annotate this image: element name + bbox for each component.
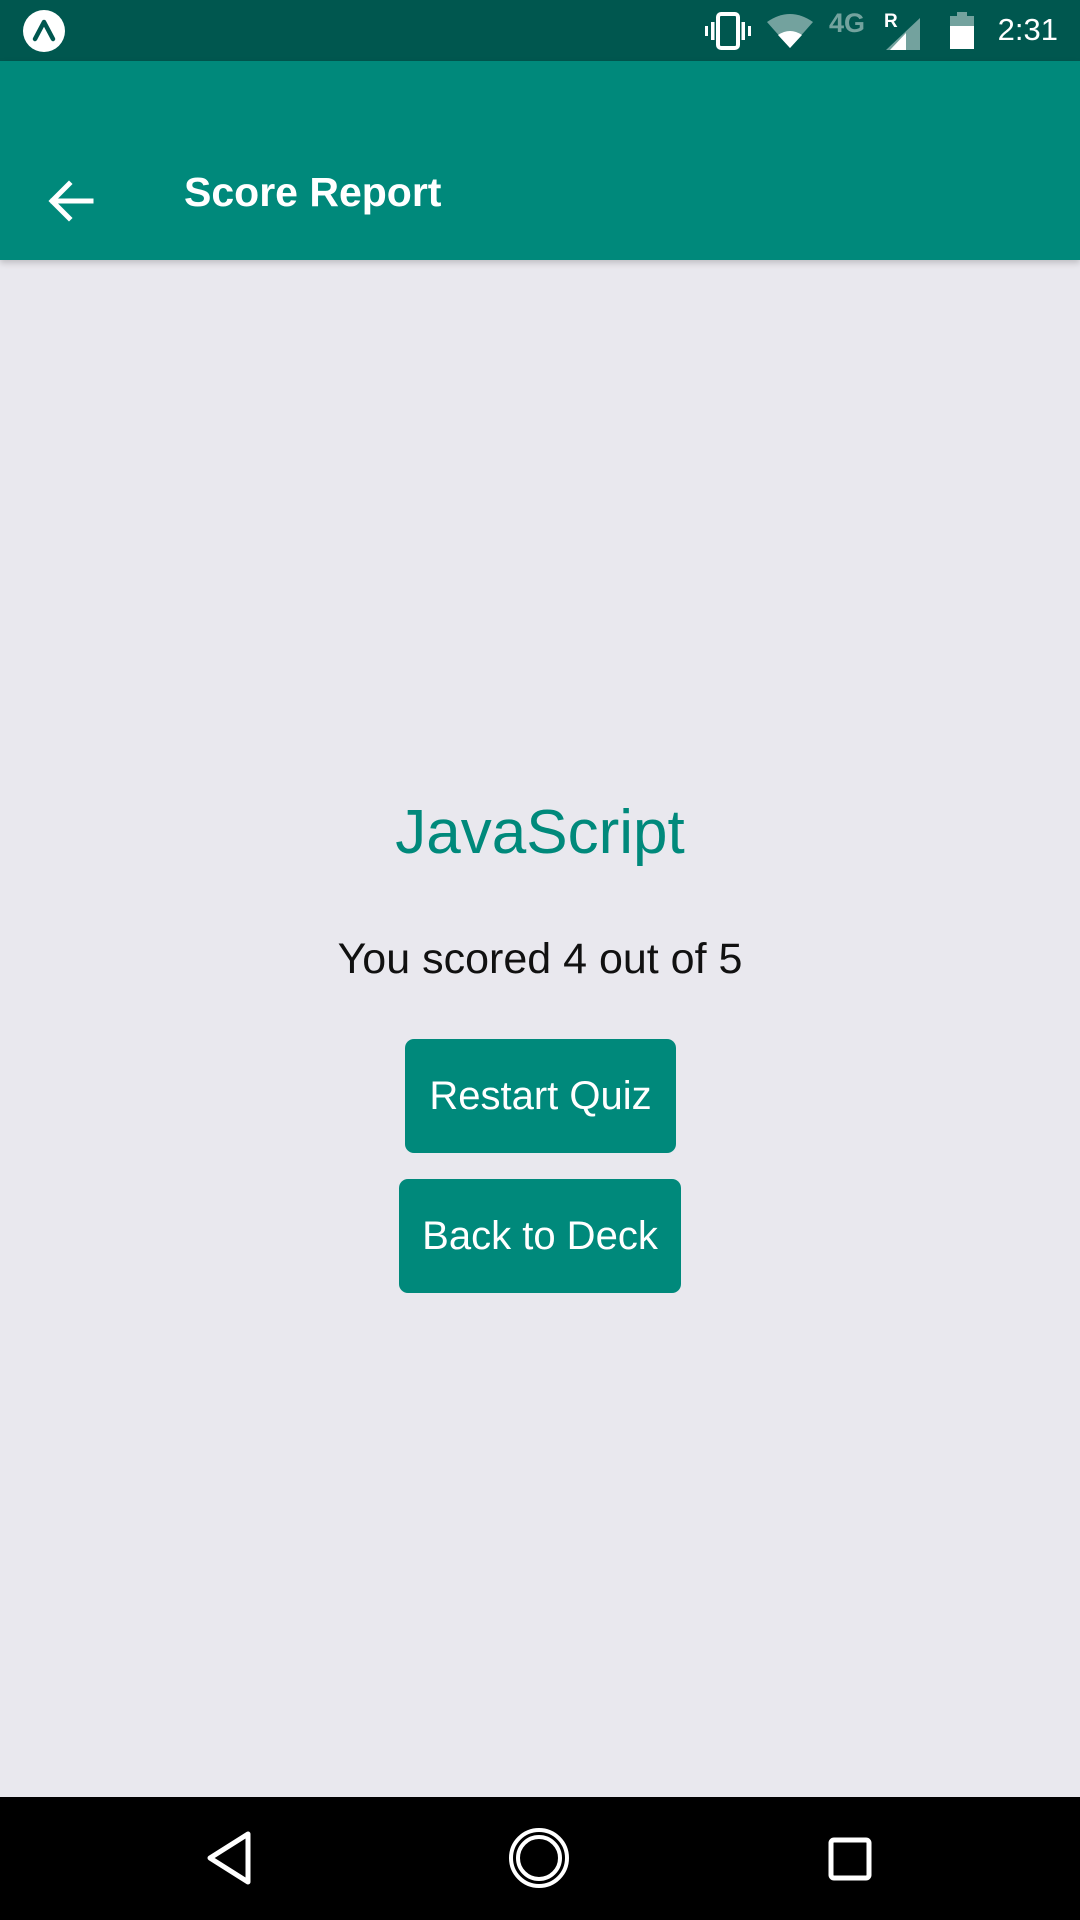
deck-title: JavaScript — [395, 798, 685, 867]
navigation-bar — [0, 1797, 1080, 1920]
signal-icon — [884, 16, 922, 57]
app-bar: Score Report — [0, 61, 1080, 260]
nav-home-icon — [509, 1828, 569, 1888]
nav-recents-button[interactable] — [816, 1825, 882, 1891]
expo-logo-icon — [23, 10, 65, 52]
score-text: You scored 4 out of 5 — [337, 935, 743, 983]
status-bar: 4G R 2:31 — [0, 0, 1080, 61]
back-to-deck-button[interactable]: Back to Deck — [399, 1179, 681, 1293]
battery-icon — [949, 12, 975, 55]
vibrate-icon — [704, 12, 752, 55]
nav-recents-icon — [828, 1837, 872, 1881]
arrow-back-icon — [48, 180, 94, 222]
score-report-content: JavaScript You scored 4 out of 5 Restart… — [0, 260, 1080, 1797]
nav-home-button[interactable] — [506, 1825, 572, 1891]
back-button[interactable] — [30, 159, 114, 243]
nav-back-icon — [207, 1831, 251, 1885]
nav-back-button[interactable] — [198, 1825, 264, 1891]
status-time: 2:31 — [997, 12, 1058, 47]
page-title: Score Report — [184, 169, 442, 215]
wifi-icon — [765, 12, 815, 55]
network-type-label: 4G — [829, 8, 866, 38]
restart-quiz-button[interactable]: Restart Quiz — [405, 1039, 676, 1153]
